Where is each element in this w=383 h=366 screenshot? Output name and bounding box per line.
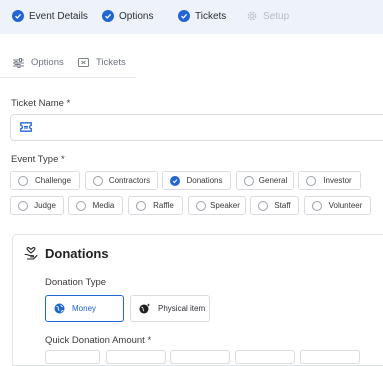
step-label: Event Details bbox=[29, 10, 88, 22]
step-event-details[interactable]: Event Details bbox=[12, 10, 88, 22]
event-type-option-volunteer[interactable]: Volunteer bbox=[304, 196, 371, 215]
event-type-option-judge[interactable]: Judge bbox=[10, 196, 64, 215]
option-label: Judge bbox=[34, 201, 56, 210]
option-label: General bbox=[258, 176, 288, 185]
option-label: Raffle bbox=[153, 201, 174, 210]
option-label: Staff bbox=[274, 201, 291, 210]
event-type-option-donations[interactable]: Donations bbox=[162, 171, 231, 190]
event-type-option-general[interactable]: General bbox=[236, 171, 294, 190]
donation-type-physical-item[interactable]: Physical item bbox=[130, 295, 210, 322]
option-label: Investor bbox=[323, 176, 352, 185]
ticket-icon bbox=[20, 122, 32, 132]
tab-tickets[interactable]: Tickets bbox=[78, 57, 126, 68]
donations-title: Donations bbox=[45, 246, 109, 261]
quick-amount-option[interactable] bbox=[106, 350, 166, 364]
donation-type-label: Donation Type bbox=[45, 277, 107, 288]
ticket-name-input[interactable] bbox=[10, 114, 383, 141]
ticket-icon bbox=[78, 58, 89, 67]
event-type-option-contractors[interactable]: Contractors bbox=[85, 171, 158, 190]
progress-stepper: Event Details Options Tickets Setup bbox=[0, 0, 383, 34]
check-circle-icon bbox=[178, 10, 190, 22]
quick-amount-option[interactable] bbox=[170, 350, 230, 364]
quick-amount-option[interactable] bbox=[300, 350, 360, 364]
option-label: Speaker bbox=[210, 201, 240, 210]
quick-amount-option[interactable] bbox=[45, 350, 100, 364]
option-label: Money bbox=[72, 304, 97, 313]
option-label: Media bbox=[92, 201, 115, 210]
event-type-option-media[interactable]: Media bbox=[68, 196, 123, 215]
step-setup: Setup bbox=[246, 10, 289, 22]
event-type-option-staff[interactable]: Staff bbox=[250, 196, 299, 215]
event-type-option-challenge[interactable]: Challenge bbox=[10, 171, 80, 190]
check-circle-icon bbox=[102, 10, 114, 22]
step-label: Tickets bbox=[195, 10, 227, 22]
gear-icon bbox=[246, 10, 258, 22]
donation-type-money[interactable]: Money bbox=[45, 295, 124, 322]
step-label: Setup bbox=[263, 10, 290, 22]
sparkle-globe-icon bbox=[139, 303, 151, 314]
hand-heart-icon bbox=[24, 247, 38, 260]
option-label: Volunteer bbox=[328, 201, 363, 210]
event-type-label: Event Type * bbox=[11, 154, 65, 165]
event-type-option-speaker[interactable]: Speaker bbox=[188, 196, 246, 215]
sliders-icon bbox=[13, 57, 24, 68]
tab-label: Tickets bbox=[96, 57, 126, 68]
check-circle-icon bbox=[12, 10, 24, 22]
quick-amount-option[interactable] bbox=[235, 350, 295, 364]
option-label: Challenge bbox=[34, 176, 72, 185]
step-tickets[interactable]: Tickets bbox=[178, 10, 226, 22]
option-label: Contractors bbox=[108, 176, 151, 185]
subtabs: Options Tickets bbox=[0, 46, 136, 78]
step-label: Options bbox=[119, 10, 154, 22]
event-type-option-investor[interactable]: Investor bbox=[298, 171, 361, 190]
event-type-option-raffle[interactable]: Raffle bbox=[128, 196, 183, 215]
quick-donation-amount-label: Quick Donation Amount * bbox=[45, 335, 152, 346]
globe-icon bbox=[54, 303, 65, 314]
ticket-name-label: Ticket Name * bbox=[11, 98, 71, 109]
tab-options[interactable]: Options bbox=[13, 57, 64, 68]
step-options[interactable]: Options bbox=[102, 10, 153, 22]
tab-label: Options bbox=[31, 57, 64, 68]
option-label: Donations bbox=[186, 176, 223, 185]
option-label: Physical item bbox=[158, 304, 206, 313]
